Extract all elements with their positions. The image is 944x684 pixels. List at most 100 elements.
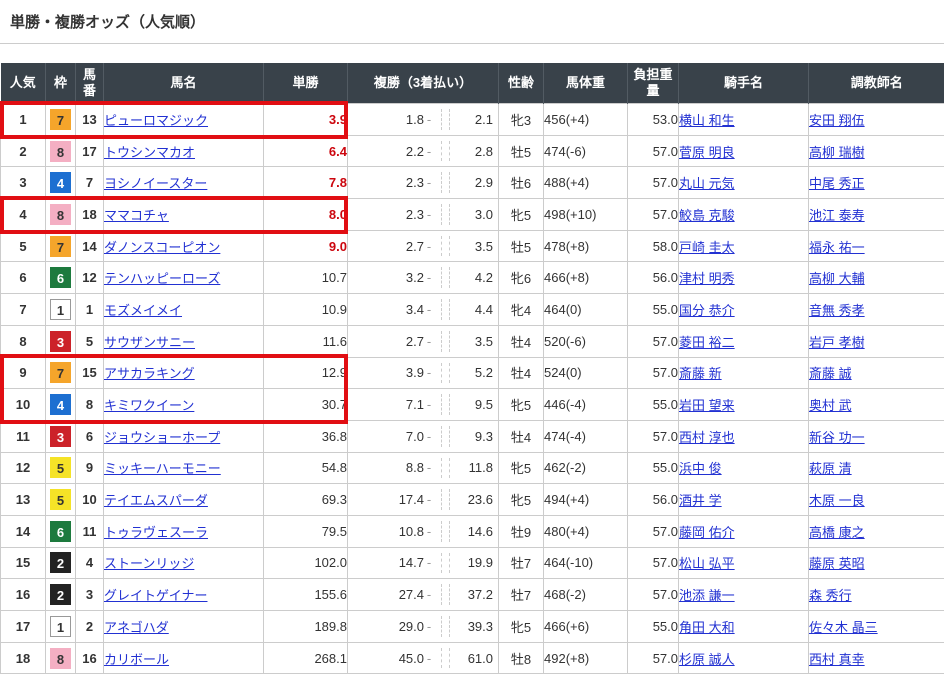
frame-cell: 6 (46, 515, 76, 547)
jockey-link[interactable]: 菱田 裕二 (679, 335, 735, 350)
jockey-link[interactable]: 津村 明秀 (679, 271, 735, 286)
place-odds-min: 29.0 (348, 619, 424, 634)
trainer-cell: 音無 秀孝 (809, 294, 944, 326)
place-odds-separator: - (424, 555, 434, 570)
frame-number-badge: 7 (50, 236, 71, 257)
place-dashed-divider (441, 394, 450, 415)
win-odds-cell: 3.9 (264, 104, 348, 136)
place-odds-cell: 14.7 - 19.9 (348, 547, 499, 579)
trainer-link[interactable]: 木原 一良 (809, 493, 865, 508)
jockey-link[interactable]: 池添 謙一 (679, 588, 735, 603)
jockey-link[interactable]: 松山 弘平 (679, 556, 735, 571)
trainer-link[interactable]: 福永 祐一 (809, 240, 865, 255)
horse-name-link[interactable]: モズメイメイ (104, 303, 182, 318)
place-odds-min: 14.7 (348, 555, 424, 570)
place-odds-cell: 7.0 - 9.3 (348, 420, 499, 452)
trainer-link[interactable]: 斎藤 誠 (809, 366, 852, 381)
trainer-link[interactable]: 奥村 武 (809, 398, 852, 413)
trainer-link[interactable]: 高橋 康之 (809, 525, 865, 540)
jockey-link[interactable]: 横山 和生 (679, 113, 735, 128)
table-row: 8 3 5 サウザンサニー 11.6 2.7 - 3.5 牡4 520(-6) … (1, 325, 944, 357)
col-header-rank: 人気 (1, 63, 46, 104)
trainer-link[interactable]: 新谷 功一 (809, 430, 865, 445)
col-header-impost: 負担重量 (628, 63, 679, 104)
place-odds-min: 27.4 (348, 587, 424, 602)
horse-name-link[interactable]: サウザンサニー (104, 335, 195, 350)
frame-cell: 4 (46, 389, 76, 421)
jockey-link[interactable]: 国分 恭介 (679, 303, 735, 318)
trainer-link[interactable]: 佐々木 晶三 (809, 620, 878, 635)
horse-name-link[interactable]: ストーンリッジ (104, 556, 194, 571)
place-odds-min: 2.2 (348, 144, 424, 159)
trainer-link[interactable]: 岩戸 孝樹 (809, 335, 865, 350)
frame-cell: 2 (46, 547, 76, 579)
win-odds-cell: 8.0 (264, 199, 348, 231)
place-odds-cell: 2.7 - 3.5 (348, 230, 499, 262)
horse-name-link[interactable]: キミワクイーン (104, 398, 194, 413)
place-odds-max: 3.5 (450, 239, 498, 254)
jockey-link[interactable]: 酒井 学 (679, 493, 722, 508)
trainer-link[interactable]: 安田 翔伍 (809, 113, 865, 128)
horse-name-link[interactable]: テンハッピーローズ (104, 271, 220, 286)
win-odds-value: 12.9 (322, 365, 347, 380)
place-odds-min: 2.7 (348, 334, 424, 349)
trainer-cell: 高柳 大輔 (809, 262, 944, 294)
impost-cell: 57.0 (628, 357, 679, 389)
jockey-cell: 酒井 学 (679, 484, 809, 516)
win-odds-value: 155.6 (314, 587, 347, 602)
jockey-link[interactable]: 西村 淳也 (679, 430, 735, 445)
horse-name-link[interactable]: ダノンスコーピオン (104, 240, 220, 255)
jockey-link[interactable]: 斎藤 新 (679, 366, 722, 381)
horse-name-link[interactable]: ピューロマジック (104, 113, 208, 128)
horse-name-link[interactable]: グレイトゲイナー (104, 588, 207, 603)
horse-number-cell: 15 (76, 357, 104, 389)
horse-name-link[interactable]: ヨシノイースター (104, 176, 207, 191)
trainer-link[interactable]: 高柳 大輔 (809, 271, 865, 286)
place-odds-cell: 3.2 - 4.2 (348, 262, 499, 294)
horse-number-cell: 6 (76, 420, 104, 452)
horse-name-link[interactable]: ミッキーハーモニー (104, 461, 221, 476)
place-odds-max: 3.0 (450, 207, 498, 222)
horse-name-link[interactable]: テイエムスパーダ (104, 493, 208, 508)
horse-name-link[interactable]: ママコチャ (104, 208, 169, 223)
horse-name-link[interactable]: トウシンマカオ (104, 145, 195, 160)
trainer-link[interactable]: 高柳 瑞樹 (809, 145, 865, 160)
jockey-link[interactable]: 藤岡 佑介 (679, 525, 735, 540)
horse-number-cell: 7 (76, 167, 104, 199)
jockey-link[interactable]: 戸崎 圭太 (679, 240, 735, 255)
horse-name-link[interactable]: カリボール (104, 652, 169, 667)
rank-cell: 10 (1, 389, 46, 421)
table-row: 6 6 12 テンハッピーローズ 10.7 3.2 - 4.2 牝6 466(+… (1, 262, 944, 294)
win-odds-cell: 268.1 (264, 642, 348, 674)
win-odds-value: 8.0 (329, 207, 347, 222)
trainer-link[interactable]: 池江 泰寿 (809, 208, 865, 223)
jockey-link[interactable]: 丸山 元気 (679, 176, 735, 191)
trainer-link[interactable]: 藤原 英昭 (809, 556, 865, 571)
jockey-link[interactable]: 岩田 望来 (679, 398, 735, 413)
sex-age-cell: 牡7 (499, 547, 544, 579)
place-odds-cell: 17.4 - 23.6 (348, 484, 499, 516)
jockey-link[interactable]: 杉原 誠人 (679, 652, 735, 667)
jockey-link[interactable]: 浜中 俊 (679, 461, 722, 476)
frame-number-badge: 6 (50, 267, 71, 288)
horse-name-link[interactable]: トゥラヴェスーラ (104, 525, 208, 540)
horse-name-link[interactable]: アサカラキング (104, 366, 195, 381)
trainer-link[interactable]: 森 秀行 (809, 588, 852, 603)
trainer-cell: 池江 泰寿 (809, 199, 944, 231)
jockey-cell: 浜中 俊 (679, 452, 809, 484)
trainer-link[interactable]: 西村 真幸 (809, 652, 865, 667)
jockey-link[interactable]: 鮫島 克駿 (679, 208, 735, 223)
frame-cell: 1 (46, 611, 76, 643)
trainer-link[interactable]: 萩原 清 (809, 461, 852, 476)
place-odds-max: 61.0 (450, 651, 498, 666)
horse-name-link[interactable]: アネゴハダ (104, 620, 169, 635)
horse-name-cell: テイエムスパーダ (104, 484, 264, 516)
jockey-link[interactable]: 角田 大和 (679, 620, 735, 635)
frame-cell: 1 (46, 294, 76, 326)
rank-cell: 8 (1, 325, 46, 357)
jockey-link[interactable]: 菅原 明良 (679, 145, 735, 160)
trainer-link[interactable]: 音無 秀孝 (809, 303, 865, 318)
sex-age-cell: 牝6 (499, 262, 544, 294)
horse-name-link[interactable]: ジョウショーホープ (104, 430, 220, 445)
trainer-link[interactable]: 中尾 秀正 (809, 176, 865, 191)
